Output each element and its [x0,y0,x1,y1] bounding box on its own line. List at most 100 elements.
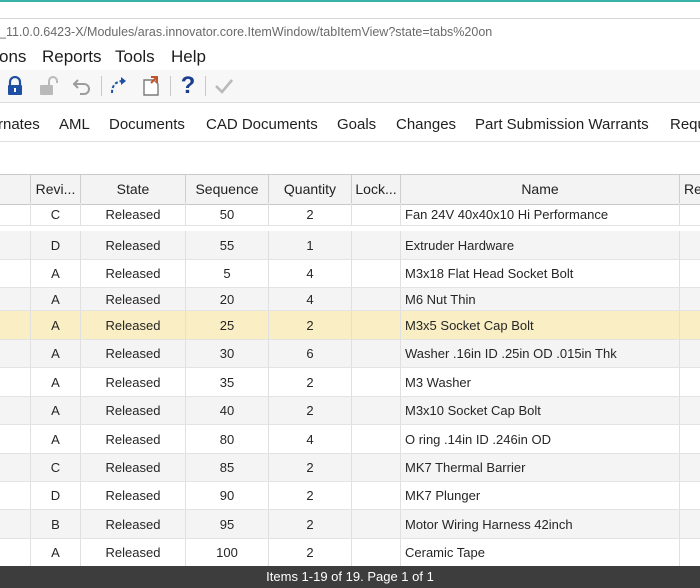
state-cell: Released [81,510,186,538]
table-row[interactable]: A Released 20 4 M6 Nut Thin [0,288,700,311]
undo-icon[interactable] [70,74,94,98]
quantity-cell: 4 [269,425,352,453]
column-header-sequence[interactable]: Sequence [186,175,269,204]
name-cell: Ceramic Tape [401,539,680,566]
sequence-cell: 100 [186,539,269,566]
name-cell: M3x18 Flat Head Socket Bolt [401,260,680,287]
locked-cell [352,482,401,509]
row-selector [0,510,31,538]
unlock-icon[interactable] [36,74,60,98]
revision-cell: A [31,260,81,287]
tab-alternates[interactable]: rnates [0,116,40,133]
table-row[interactable]: A Released 40 2 M3x10 Socket Cap Bolt [0,397,700,425]
release-cell [680,231,700,259]
sequence-cell: 95 [186,510,269,538]
column-header-name[interactable]: Name [401,175,680,204]
tab-documents[interactable]: Documents [109,116,185,133]
release-cell [680,340,700,367]
name-cell: O ring .14in ID .246in OD [401,425,680,453]
table-row[interactable]: A Released 5 4 M3x18 Flat Head Socket Bolt [0,260,700,288]
tab-cad-documents[interactable]: CAD Documents [206,116,318,133]
locked-cell [352,368,401,396]
table-row[interactable]: C Released 85 2 MK7 Thermal Barrier [0,454,700,482]
table-row[interactable]: A Released 25 2 M3x5 Socket Cap Bolt [0,311,700,340]
quantity-cell: 1 [269,231,352,259]
release-cell [680,539,700,566]
sequence-cell: 25 [186,311,269,339]
window-accent-line [0,0,700,2]
menu-item-reports[interactable]: Reports [42,47,102,67]
release-cell [680,368,700,396]
name-cell: MK7 Plunger [401,482,680,509]
quantity-cell: 2 [269,510,352,538]
tab-part-submission-warrants[interactable]: Part Submission Warrants [475,116,649,133]
menu-bar: ons Reports Tools Help [0,46,700,70]
table-row[interactable]: A Released 80 4 O ring .14in ID .246in OD [0,425,700,454]
locked-cell [352,454,401,481]
locked-cell [352,397,401,424]
row-selector [0,482,31,509]
release-cell [680,397,700,424]
sequence-cell: 90 [186,482,269,509]
done-icon[interactable] [212,74,236,98]
tab-aml[interactable]: AML [59,116,90,133]
column-header-state[interactable]: State [81,175,186,204]
name-cell: M6 Nut Thin [401,288,680,310]
table-row[interactable]: A Released 100 2 Ceramic Tape [0,539,700,566]
relationship-tabs: rnates AML Documents CAD Documents Goals… [0,103,700,142]
name-cell: M3 Washer [401,368,680,396]
menu-item-actions[interactable]: ons [0,47,26,67]
quantity-cell: 2 [269,311,352,339]
table-row[interactable]: D Released 90 2 MK7 Plunger [0,482,700,510]
sequence-cell: 50 [186,203,269,225]
tab-goals[interactable]: Goals [337,116,376,133]
quantity-cell: 2 [269,397,352,424]
row-selector [0,397,31,424]
tab-changes[interactable]: Changes [396,116,456,133]
table-row[interactable]: A Released 30 6 Washer .16in ID .25in OD .01… [0,340,700,368]
row-selector [0,425,31,453]
revision-cell: A [31,368,81,396]
menu-item-tools[interactable]: Tools [115,47,155,67]
table-row[interactable]: A Released 35 2 M3 Washer [0,368,700,397]
promote-icon[interactable] [139,74,163,98]
release-cell [680,454,700,481]
column-header-revision[interactable]: Revi... [31,175,81,204]
table-row[interactable]: C Released 50 2 Fan 24V 40x40x10 Hi Performa… [0,203,700,226]
quantity-cell: 4 [269,260,352,287]
release-cell [680,311,700,339]
state-cell: Released [81,482,186,509]
column-header-quantity[interactable]: Quantity [269,175,352,204]
name-cell: Washer .16in ID .25in OD .015in Thk [401,340,680,367]
help-icon[interactable]: ? [176,72,200,99]
table-row[interactable]: D Released 55 1 Extruder Hardware [0,231,700,260]
state-cell: Released [81,260,186,287]
column-header-release[interactable]: Re [680,175,700,204]
lock-icon[interactable] [3,74,27,98]
name-cell: Fan 24V 40x40x10 Hi Performance [401,203,680,225]
grid-header: Revi... State Sequence Quantity Lock... … [0,174,700,205]
locked-cell [352,231,401,259]
table-row[interactable]: B Released 95 2 Motor Wiring Harness 42inch [0,510,700,539]
version-icon[interactable] [107,74,131,98]
locked-cell [352,203,401,225]
state-cell: Released [81,340,186,367]
quantity-cell: 2 [269,203,352,225]
row-selector [0,203,31,225]
menu-item-help[interactable]: Help [171,47,206,67]
address-url: _11.0.0.6423-X/Modules/aras.innovator.co… [0,25,493,39]
tab-requirements[interactable]: Requ [670,116,700,133]
release-cell [680,510,700,538]
row-selector [0,288,31,310]
column-header-locked[interactable]: Lock... [352,175,401,204]
sequence-cell: 20 [186,288,269,310]
sequence-cell: 30 [186,340,269,367]
revision-cell: A [31,397,81,424]
address-bar[interactable]: _11.0.0.6423-X/Modules/aras.innovator.co… [0,18,700,48]
revision-cell: D [31,482,81,509]
column-header-select[interactable] [0,175,31,204]
revision-cell: A [31,539,81,566]
locked-cell [352,288,401,310]
state-cell: Released [81,397,186,424]
locked-cell [352,311,401,339]
